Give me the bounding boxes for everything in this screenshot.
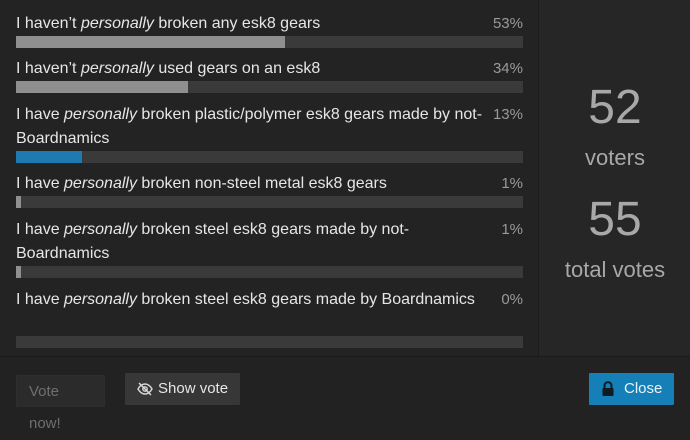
total-votes-count: 55 xyxy=(588,193,642,246)
option-label: I have personally broken steel esk8 gear… xyxy=(16,221,410,262)
option-label: I haven’t personally used gears on an es… xyxy=(16,60,321,77)
option-bar-track xyxy=(16,151,523,163)
close-poll-button[interactable]: Close xyxy=(589,373,674,405)
total-votes-label: total votes xyxy=(564,257,666,282)
option-bar-fill xyxy=(16,196,21,208)
eye-slash-icon xyxy=(137,382,153,396)
option-label: I haven’t personally broken any esk8 gea… xyxy=(16,15,321,32)
poll-option: I haven’t personally used gears on an es… xyxy=(16,57,523,93)
option-label: I have personally broken steel esk8 gear… xyxy=(16,291,475,308)
voters-count: 52 xyxy=(588,81,642,134)
voters-label: voters xyxy=(585,145,645,170)
option-percent: 34% xyxy=(492,60,523,77)
poll-options: I haven’t personally broken any esk8 gea… xyxy=(0,0,538,356)
option-percent: 13% xyxy=(492,106,523,123)
option-percent: 1% xyxy=(501,221,523,238)
option-bar-track xyxy=(16,196,523,208)
option-percent: 1% xyxy=(501,175,523,192)
option-bar-fill xyxy=(16,151,82,163)
poll-widget: I haven’t personally broken any esk8 gea… xyxy=(0,0,690,432)
lock-icon xyxy=(602,381,614,396)
option-label: I have personally broken plastic/polymer… xyxy=(16,106,483,147)
option-bar-fill xyxy=(16,266,21,278)
close-label: Close xyxy=(624,380,663,397)
poll-stats: 52 voters 55 total votes xyxy=(538,0,690,356)
poll-option: I have personally broken plastic/polymer… xyxy=(16,103,523,163)
option-bar-track xyxy=(16,81,523,93)
option-percent: 53% xyxy=(492,15,523,32)
poll-option: I haven’t personally broken any esk8 gea… xyxy=(16,12,523,48)
vote-now-button[interactable]: Vote now! xyxy=(16,375,105,432)
option-label: I have personally broken non-steel metal… xyxy=(16,175,387,192)
option-bar-track xyxy=(16,266,523,278)
option-bar-track xyxy=(16,36,523,48)
option-bar-fill xyxy=(16,36,285,48)
poll-option: I have personally broken non-steel metal… xyxy=(16,172,523,208)
option-bar-fill xyxy=(16,81,188,93)
poll-option: I have personally broken steel esk8 gear… xyxy=(16,288,523,348)
poll-option: I have personally broken steel esk8 gear… xyxy=(16,218,523,278)
option-bar-track xyxy=(16,336,523,348)
show-vote-label: Show vote xyxy=(158,380,229,397)
option-percent: 0% xyxy=(501,291,523,308)
show-vote-button[interactable]: Show vote xyxy=(125,373,240,405)
poll-footer: Vote now! Show vote Close xyxy=(0,356,690,432)
